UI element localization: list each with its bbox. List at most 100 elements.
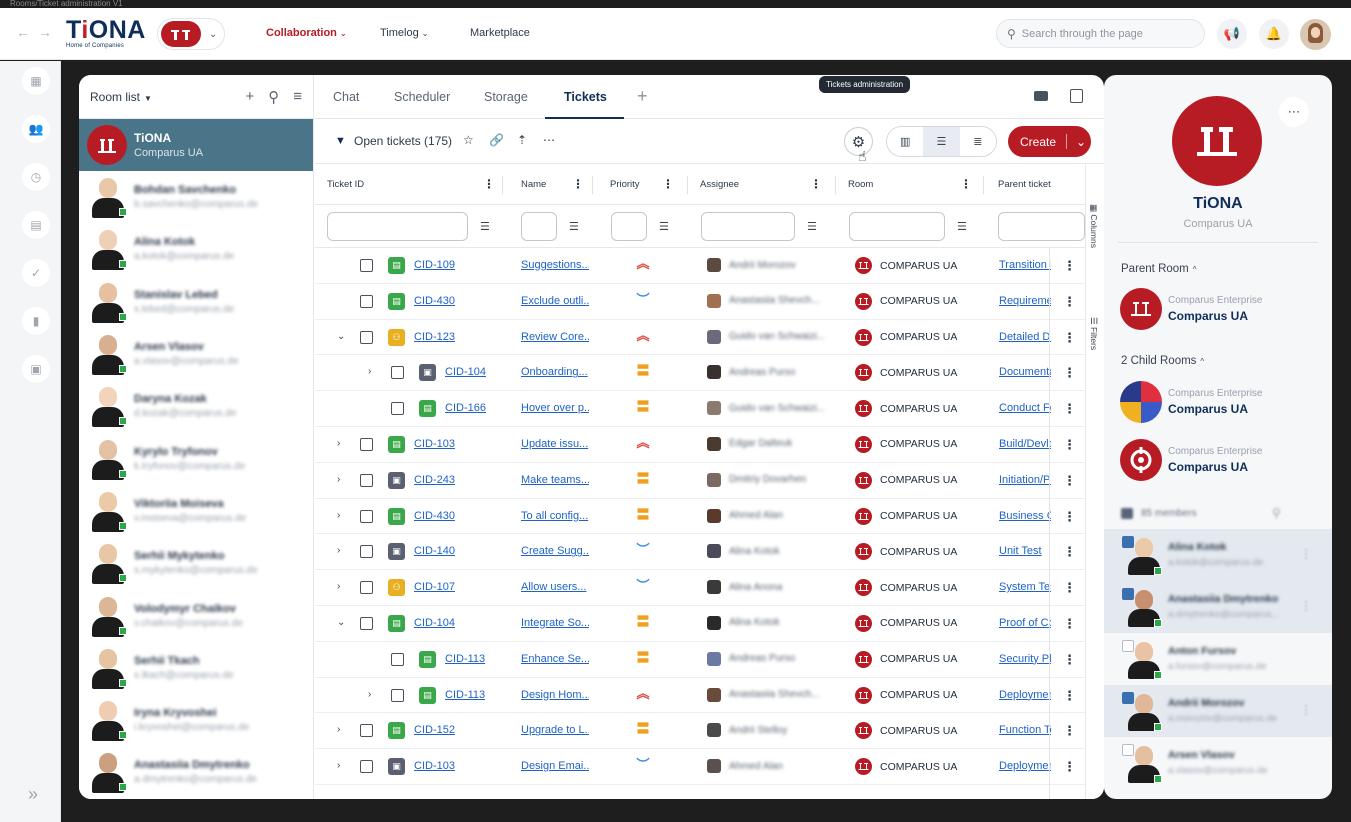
- chevron-right-icon[interactable]: ›: [368, 366, 371, 377]
- chevron-right-icon[interactable]: ›: [337, 545, 340, 556]
- chevron-down-icon[interactable]: ⌄: [1076, 135, 1086, 149]
- filter-icon[interactable]: ☰: [569, 220, 579, 233]
- room-list-item[interactable]: Stanislav Lebed s.lebed@comparus.de: [79, 276, 313, 328]
- expand-sidebar-icon[interactable]: »: [28, 784, 38, 805]
- row-menu-icon[interactable]: ⋮: [1063, 509, 1076, 525]
- child-room-item[interactable]: Comparus Enterprise Comparus UA: [1120, 381, 1262, 423]
- row-menu-icon[interactable]: ⋮: [1063, 437, 1076, 453]
- ticket-id-link[interactable]: CID-152: [414, 724, 455, 736]
- table-row[interactable]: ⌄ ▤ CID-104 Integrate So... 〓 Alina Kotok COMP…: [315, 606, 1085, 642]
- row-menu-icon[interactable]: ⋮: [1063, 473, 1076, 489]
- filters-panel-toggle[interactable]: ☰ Filters: [1088, 317, 1099, 350]
- row-menu-icon[interactable]: ⋮: [1063, 544, 1076, 560]
- ticket-name-link[interactable]: Hover over p...: [521, 402, 589, 414]
- chevron-right-icon[interactable]: ›: [337, 581, 340, 592]
- row-checkbox[interactable]: [360, 437, 373, 451]
- row-menu-icon[interactable]: ⋮: [1063, 401, 1076, 417]
- child-room-item[interactable]: Comparus Enterprise Comparus UA: [1120, 439, 1262, 481]
- rooms-icon[interactable]: 👥: [22, 115, 50, 143]
- column-menu-icon[interactable]: ⋮: [810, 177, 822, 191]
- chevron-right-icon[interactable]: ›: [337, 724, 340, 735]
- row-menu-icon[interactable]: ⋮: [1063, 294, 1076, 310]
- room-list-item[interactable]: Serhii Tkach s.tkach@comparus.de: [79, 642, 313, 694]
- table-row[interactable]: › ▤ CID-113 Design Hom... ︽ Anastasiia Shevch…: [315, 678, 1085, 714]
- row-checkbox[interactable]: [360, 509, 373, 523]
- tab-scheduler[interactable]: Scheduler: [394, 90, 450, 104]
- table-row[interactable]: › ⚇ CID-107 Allow users... ︶ Alina Anona COMPA…: [315, 570, 1085, 606]
- assignee-filter-input[interactable]: [701, 212, 795, 241]
- assignee[interactable]: Andrii Morozov: [707, 258, 824, 272]
- ticket-id-link[interactable]: CID-107: [414, 581, 455, 593]
- table-row[interactable]: › ▤ CID-430 To all config... 〓 Ahmed Alan COMP…: [315, 499, 1085, 535]
- parent-ticket-link[interactable]: Transition Pl: [999, 259, 1051, 271]
- parent-ticket-link[interactable]: Requirements: [999, 295, 1051, 307]
- parent-room-item[interactable]: Comparus Enterprise Comparus UA: [1120, 288, 1262, 330]
- room-list-item[interactable]: Daryna Kozak d.kozak@comparus.de: [79, 380, 313, 432]
- row-checkbox[interactable]: [360, 294, 373, 308]
- filter-icon[interactable]: ☰: [807, 220, 817, 233]
- board-view-icon[interactable]: ▥: [887, 127, 923, 156]
- name-filter-input[interactable]: [521, 212, 557, 241]
- table-row[interactable]: › ▣ CID-140 Create Sugg... ︶ Alina Kotok COMPA…: [315, 534, 1085, 571]
- parent-ticket-link[interactable]: Build/Devlop: [999, 438, 1051, 450]
- nav-timelog[interactable]: Timelog ⌄: [380, 27, 428, 39]
- add-room-icon[interactable]: +: [245, 88, 254, 106]
- column-ticket-id[interactable]: Ticket ID: [327, 179, 364, 190]
- filter-icon[interactable]: ☰: [957, 220, 967, 233]
- room-list-item[interactable]: Iryna Kryvoshei i.kryvoshei@comparus.de: [79, 694, 313, 746]
- table-row[interactable]: › ▣ CID-243 Make teams... 〓 Dmitriy Dovarhen C…: [315, 463, 1085, 499]
- ticket-id-link[interactable]: CID-430: [414, 510, 455, 522]
- assignee[interactable]: Anastasiia Shevch...: [707, 293, 824, 308]
- row-menu-icon[interactable]: ⋮: [1063, 688, 1076, 704]
- table-row[interactable]: ▤ CID-430 Exclude outli... ︶ Anastasiia Shev…: [315, 284, 1085, 320]
- more-icon[interactable]: ⋮: [1300, 599, 1312, 613]
- member-item[interactable]: Anton Fursov a.fursov@comparus.de: [1104, 633, 1332, 685]
- add-tab-icon[interactable]: +: [637, 86, 648, 107]
- ticket-id-link[interactable]: CID-243: [414, 474, 455, 486]
- ticket-name-link[interactable]: Upgrade to L...: [521, 724, 589, 736]
- parent-ticket-filter-input[interactable]: [998, 212, 1085, 241]
- parent-room-toggle[interactable]: Parent Room ^: [1121, 263, 1197, 275]
- table-row[interactable]: › ▤ CID-152 Upgrade to L... 〓 Andrii Stelloy C…: [315, 713, 1085, 750]
- child-rooms-toggle[interactable]: 2 Child Rooms ^: [1121, 355, 1204, 367]
- chevron-right-icon[interactable]: ›: [337, 474, 340, 485]
- room-list-item[interactable]: Viktoriia Moiseva v.moiseva@comparus.de: [79, 485, 313, 537]
- room-list-item[interactable]: Alina Kotok a.kotok@comparus.de: [79, 223, 313, 275]
- ticket-name-link[interactable]: Update issu...: [521, 438, 589, 450]
- column-menu-icon[interactable]: ⋮: [960, 177, 972, 191]
- assignee[interactable]: Alina Kotok: [707, 544, 824, 559]
- bell-icon[interactable]: 🔔: [1259, 19, 1289, 49]
- create-button[interactable]: Create ⌄: [1008, 126, 1091, 157]
- table-row[interactable]: ⌄ ⚇ CID-123 Review Core... ︽ Guido van Schwai…: [315, 320, 1085, 356]
- room-list-item[interactable]: Anastasiia Dmytrenko a.dmytrenko@comparus…: [79, 746, 313, 798]
- ticket-id-link[interactable]: CID-430: [414, 295, 455, 307]
- star-icon[interactable]: ☆: [463, 133, 474, 147]
- compact-view-icon[interactable]: ≣: [960, 127, 996, 156]
- assignee[interactable]: Guido van Schwaizi...: [707, 401, 824, 416]
- ticket-id-link[interactable]: CID-140: [414, 545, 455, 557]
- search-icon[interactable]: ⚲: [268, 88, 279, 106]
- assignee[interactable]: Alina Kotok: [707, 615, 824, 630]
- room-list-item-selected[interactable]: TiONA Comparus UA: [79, 119, 313, 171]
- more-icon[interactable]: ⋯: [543, 133, 555, 147]
- ticket-name-link[interactable]: Enhance Se...: [521, 653, 589, 665]
- parent-ticket-link[interactable]: Deployment: [999, 760, 1051, 772]
- column-priority[interactable]: Priority: [610, 179, 640, 190]
- list-view-icon[interactable]: ☰: [923, 127, 960, 156]
- more-icon[interactable]: ⋮: [1300, 547, 1312, 561]
- member-item[interactable]: Andrii Morozov a.morozov@comparus.de ⋮: [1104, 685, 1332, 737]
- chevron-right-icon[interactable]: ›: [337, 438, 340, 449]
- ticket-name-link[interactable]: Review Core...: [521, 331, 589, 343]
- table-row[interactable]: › ▣ CID-103 Design Emai... ︶ Ahmed Alan COMPAR…: [315, 749, 1085, 785]
- filter-icon[interactable]: ☰: [659, 220, 669, 233]
- ticket-id-filter-input[interactable]: [327, 212, 468, 241]
- row-checkbox[interactable]: [360, 330, 373, 344]
- assignee[interactable]: Edgar Dalteuk: [707, 436, 824, 451]
- ticket-id-link[interactable]: CID-104: [445, 366, 486, 378]
- row-menu-icon[interactable]: ⋮: [1063, 759, 1076, 775]
- ticket-id-link[interactable]: CID-109: [414, 259, 455, 271]
- row-checkbox[interactable]: [360, 473, 373, 487]
- ticket-name-link[interactable]: Make teams...: [521, 474, 589, 486]
- parent-ticket-link[interactable]: Conduct Feas: [999, 402, 1051, 414]
- link-icon[interactable]: 🔗: [489, 133, 504, 147]
